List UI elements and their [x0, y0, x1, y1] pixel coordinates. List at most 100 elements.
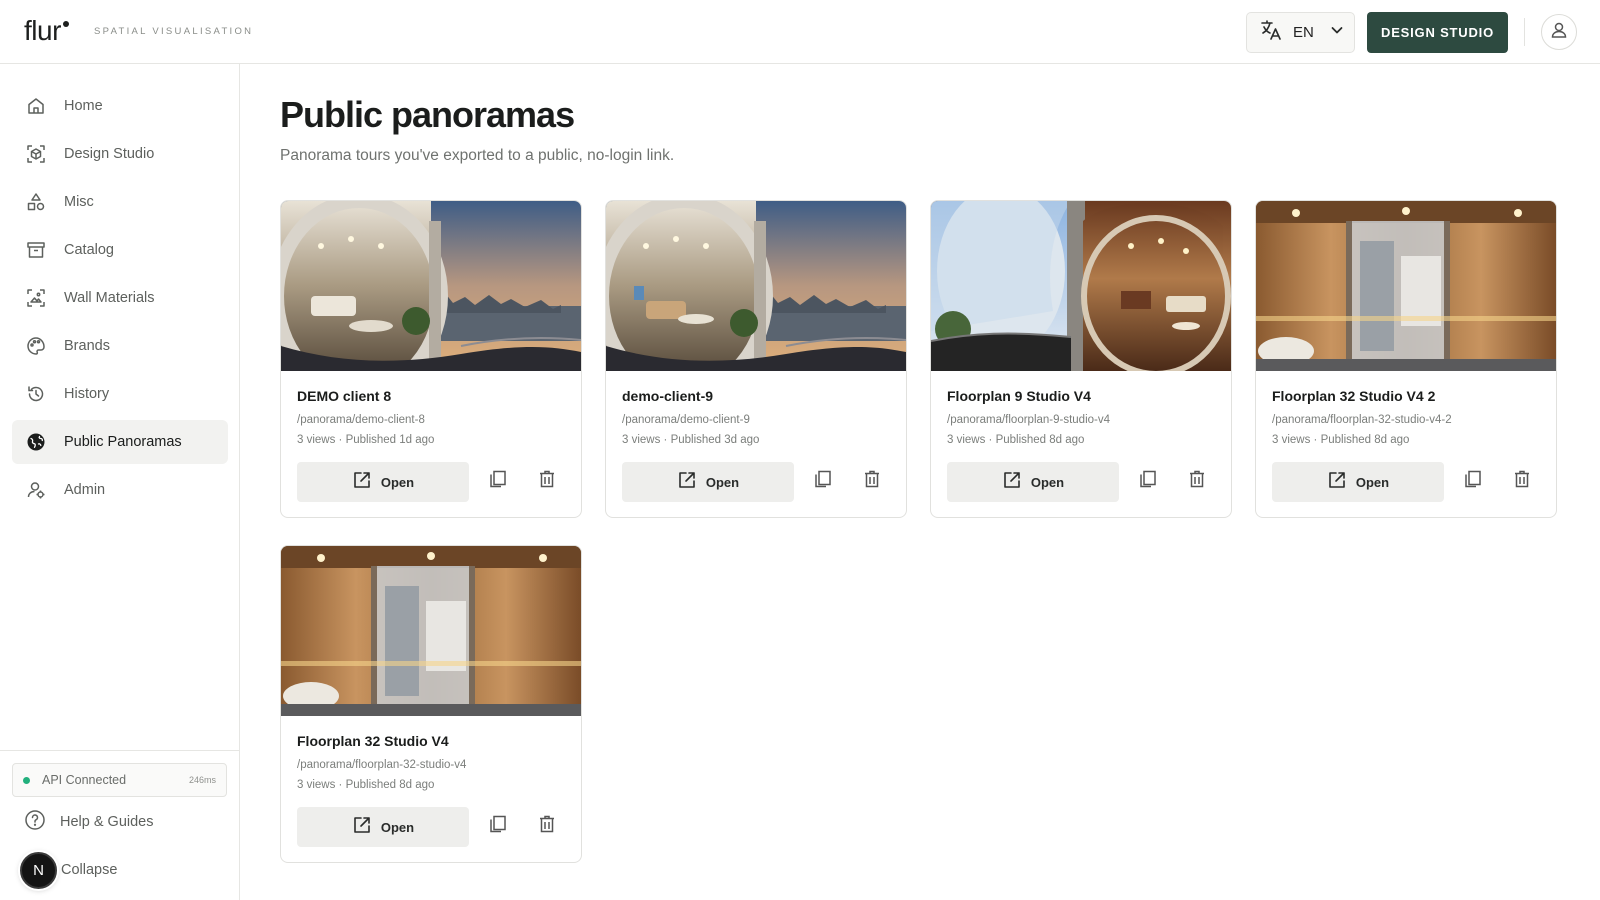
panorama-thumbnail[interactable]: [281, 201, 581, 371]
logo-wordmark: flur: [24, 15, 61, 46]
card-title: DEMO client 8: [297, 388, 392, 404]
sidebar-item-home[interactable]: Home: [12, 84, 228, 128]
delete-button[interactable]: [535, 469, 559, 493]
trash-icon: [537, 469, 557, 494]
external-link-icon: [352, 815, 372, 840]
sidebar-item-brands[interactable]: Brands: [12, 324, 228, 368]
open-button[interactable]: Open: [947, 462, 1119, 502]
card-path: /panorama/demo-client-8: [297, 414, 425, 426]
user-icon: [1549, 20, 1569, 45]
status-dot: [23, 776, 30, 784]
page-title: Public panoramas: [280, 94, 575, 135]
sidebar-nav: Home Design Studio Misc Catalog Wall Mat: [12, 84, 228, 516]
panorama-card: demo-client-9 /panorama/demo-client-9 3 …: [605, 200, 907, 518]
translate-icon: [1259, 18, 1283, 47]
sidebar-item-admin[interactable]: Admin: [12, 468, 228, 512]
collapse-label: Collapse: [61, 862, 118, 878]
panorama-thumbnail[interactable]: [1256, 201, 1556, 371]
card-title: Floorplan 9 Studio V4: [947, 388, 1091, 404]
top-header: flur SPATIAL VISUALISATION EN DESIGN STU…: [0, 0, 1600, 64]
user-menu-button[interactable]: [1541, 14, 1577, 50]
wall-image-icon: [25, 287, 47, 309]
n-badge[interactable]: N: [20, 851, 57, 889]
external-link-icon: [1002, 470, 1022, 495]
copy-icon: [1138, 469, 1158, 494]
delete-button[interactable]: [1510, 469, 1534, 493]
chevron-down-icon: [1330, 23, 1344, 42]
card-title: Floorplan 32 Studio V4 2: [1272, 388, 1436, 404]
card-meta: 3 views · Published 8d ago: [947, 434, 1085, 446]
sidebar-item-wall-materials[interactable]: Wall Materials: [12, 276, 228, 320]
sidebar-item-label: Home: [64, 98, 103, 114]
sidebar-item-design-studio[interactable]: Design Studio: [12, 132, 228, 176]
copy-icon: [813, 469, 833, 494]
sidebar-item-history[interactable]: History: [12, 372, 228, 416]
open-label: Open: [1355, 474, 1390, 490]
panorama-thumbnail[interactable]: [931, 201, 1231, 371]
trash-icon: [537, 814, 557, 839]
copy-link-button[interactable]: [486, 469, 510, 493]
card-path: /panorama/floorplan-32-studio-v4-2: [1272, 414, 1452, 426]
logo-dot: [62, 21, 69, 27]
brand-tagline: SPATIAL VISUALISATION: [94, 26, 254, 37]
sidebar-item-catalog[interactable]: Catalog: [12, 228, 228, 272]
card-path: /panorama/floorplan-32-studio-v4: [297, 759, 467, 771]
sidebar-item-label: Misc: [64, 194, 94, 210]
delete-button[interactable]: [860, 469, 884, 493]
open-button[interactable]: Open: [622, 462, 794, 502]
card-meta: 3 views · Published 8d ago: [1272, 434, 1410, 446]
header-divider: [1524, 18, 1525, 46]
panorama-card: Floorplan 32 Studio V4 /panorama/floorpl…: [280, 545, 582, 863]
shapes-icon: [25, 191, 47, 213]
card-title: demo-client-9: [622, 388, 714, 404]
card-meta: 3 views · Published 3d ago: [622, 434, 760, 446]
open-label: Open: [380, 474, 415, 490]
trash-icon: [1187, 469, 1207, 494]
delete-button[interactable]: [535, 814, 559, 838]
palette-icon: [25, 335, 47, 357]
admin-user-icon: [25, 479, 47, 501]
api-status-label: API Connected: [42, 773, 127, 787]
copy-icon: [488, 814, 508, 839]
trash-icon: [1512, 469, 1532, 494]
sidebar-item-label: History: [64, 386, 110, 402]
sidebar-divider: [0, 750, 240, 751]
flur-logo[interactable]: flur: [24, 14, 69, 48]
panorama-thumbnail[interactable]: [606, 201, 906, 371]
open-label: Open: [1030, 474, 1065, 490]
panorama-card: Floorplan 9 Studio V4 /panorama/floorpla…: [930, 200, 1232, 518]
api-status-indicator: API Connected 246ms: [12, 763, 227, 797]
sidebar-item-label: Design Studio: [64, 146, 155, 162]
card-path: /panorama/floorplan-9-studio-v4: [947, 414, 1111, 426]
api-latency: 246ms: [188, 775, 216, 785]
collapse-sidebar-button[interactable]: N Collapse: [20, 851, 118, 889]
home-icon: [25, 95, 47, 117]
copy-link-button[interactable]: [486, 814, 510, 838]
copy-icon: [488, 469, 508, 494]
copy-link-button[interactable]: [811, 469, 835, 493]
language-selector[interactable]: EN: [1246, 12, 1355, 53]
language-code: EN: [1293, 24, 1314, 41]
panorama-thumbnail[interactable]: [281, 546, 581, 716]
sidebar: Home Design Studio Misc Catalog Wall Mat: [0, 64, 240, 900]
open-button[interactable]: Open: [1272, 462, 1444, 502]
help-label: Help & Guides: [60, 814, 154, 830]
delete-button[interactable]: [1185, 469, 1209, 493]
panorama-card: DEMO client 8 /panorama/demo-client-8 3 …: [280, 200, 582, 518]
archive-icon: [25, 239, 47, 261]
copy-link-button[interactable]: [1136, 469, 1160, 493]
page-subtitle: Panorama tours you've exported to a publ…: [280, 147, 675, 164]
sidebar-item-label: Wall Materials: [64, 290, 155, 306]
open-button[interactable]: Open: [297, 462, 469, 502]
sidebar-item-public-panoramas[interactable]: Public Panoramas: [12, 420, 228, 464]
copy-link-button[interactable]: [1461, 469, 1485, 493]
open-button[interactable]: Open: [297, 807, 469, 847]
sidebar-item-misc[interactable]: Misc: [12, 180, 228, 224]
card-title: Floorplan 32 Studio V4: [297, 733, 449, 749]
copy-icon: [1463, 469, 1483, 494]
globe-icon: [25, 431, 47, 453]
design-studio-button[interactable]: DESIGN STUDIO: [1367, 12, 1508, 53]
open-label: Open: [705, 474, 740, 490]
help-guides-link[interactable]: Help & Guides: [24, 809, 154, 835]
cube-scan-icon: [25, 143, 47, 165]
